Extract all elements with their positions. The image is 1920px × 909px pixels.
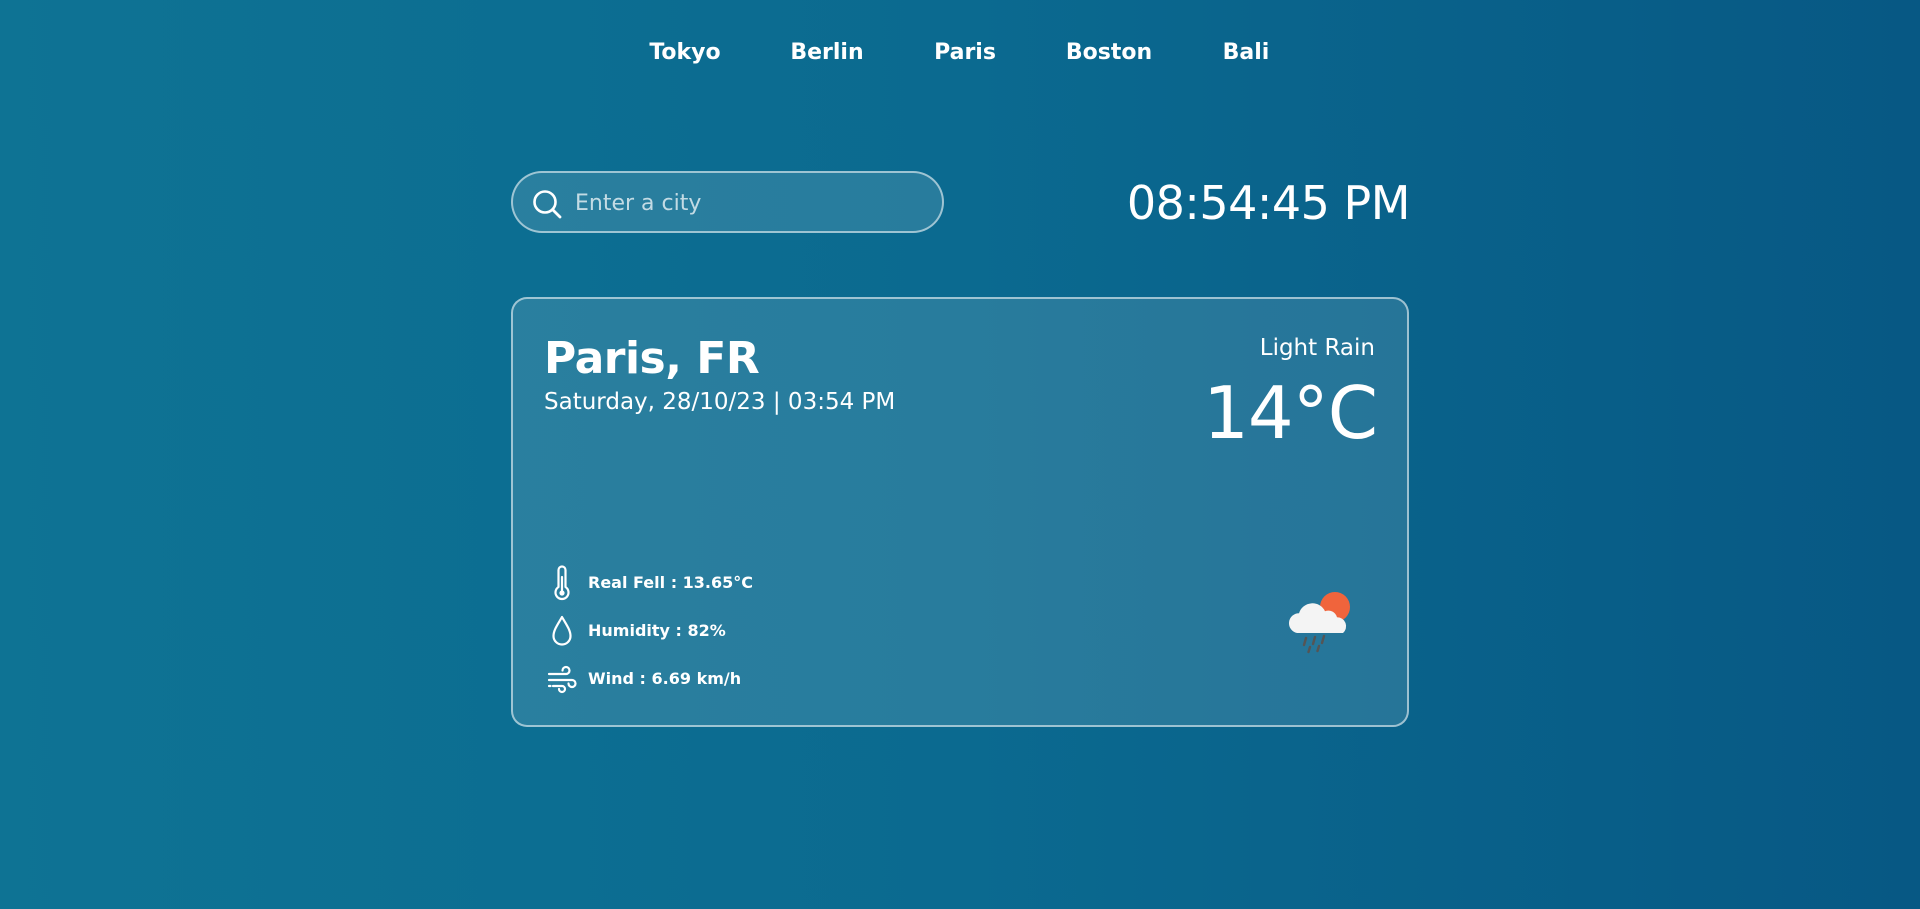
nav-city-tokyo[interactable]: Tokyo bbox=[649, 40, 720, 65]
weather-condition: Light Rain bbox=[1259, 335, 1375, 361]
location-title: Paris, FR bbox=[544, 333, 760, 384]
search-icon[interactable] bbox=[531, 188, 563, 220]
nav-city-boston[interactable]: Boston bbox=[1066, 40, 1152, 65]
nav-city-bali[interactable]: Bali bbox=[1223, 40, 1270, 65]
current-time: 08:54:45 PM bbox=[1126, 176, 1411, 230]
cloud-sun-rain-icon bbox=[1288, 592, 1350, 654]
thermometer-icon bbox=[554, 565, 570, 601]
city-nav: Tokyo Berlin Paris Boston Bali bbox=[0, 40, 1920, 72]
wind-icon bbox=[547, 665, 577, 694]
real-feel-text: Real Fell : 13.65°C bbox=[588, 573, 754, 592]
search-input[interactable] bbox=[573, 181, 927, 225]
nav-city-berlin[interactable]: Berlin bbox=[790, 40, 863, 65]
wind-text: Wind : 6.69 km/h bbox=[588, 669, 742, 688]
nav-city-paris[interactable]: Paris bbox=[934, 40, 996, 65]
humidity-text: Humidity : 82% bbox=[588, 621, 726, 640]
location-datetime: Saturday, 28/10/23 | 03:54 PM bbox=[544, 389, 896, 415]
weather-card: Paris, FR Saturday, 28/10/23 | 03:54 PM … bbox=[511, 297, 1409, 727]
temperature: 14°C bbox=[1203, 371, 1378, 455]
droplet-icon bbox=[552, 615, 572, 646]
search-bar[interactable] bbox=[511, 171, 944, 233]
